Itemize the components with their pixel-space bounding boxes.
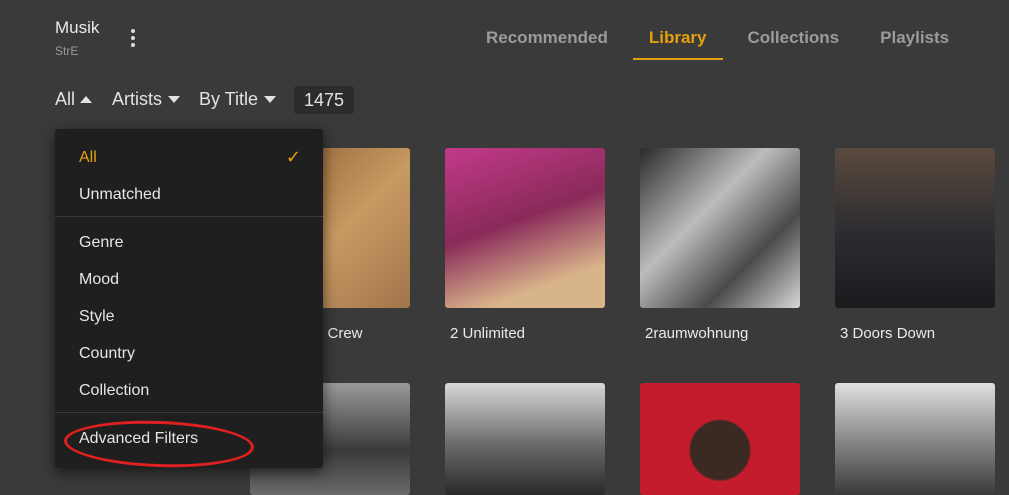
tab-library[interactable]: Library [632, 28, 723, 60]
caret-up-icon [80, 96, 93, 103]
more-options-icon[interactable] [125, 26, 141, 52]
artist-thumbnail[interactable] [640, 148, 800, 308]
artist-thumbnail[interactable] [835, 148, 995, 308]
artist-name[interactable]: 2 Unlimited [450, 325, 525, 342]
caret-down-icon [264, 96, 277, 103]
type-label: Artists [112, 89, 163, 109]
tab-recommended[interactable]: Recommended [470, 28, 624, 60]
filter-label: All [55, 89, 76, 109]
sort-label: By Title [199, 89, 259, 109]
menu-item-unmatched[interactable]: Unmatched [55, 176, 323, 213]
menu-item-genre[interactable]: Genre [55, 224, 323, 261]
filter-dropdown-button[interactable]: All [55, 89, 93, 110]
sort-dropdown-button[interactable]: By Title [199, 89, 277, 110]
artist-name[interactable]: 2raumwohnung [645, 325, 748, 342]
artist-thumbnail[interactable] [640, 383, 800, 495]
item-count-badge: 1475 [294, 86, 355, 114]
server-name: StrE [55, 44, 79, 58]
menu-divider [55, 412, 323, 413]
tab-playlists[interactable]: Playlists [864, 28, 965, 60]
library-title: Musik [55, 18, 100, 37]
tab-bar: Recommended Library Collections Playlist… [470, 28, 974, 60]
artist-thumbnail[interactable] [835, 383, 995, 495]
artist-name[interactable]: 3 Doors Down [840, 325, 935, 342]
checkmark-icon: ✓ [285, 147, 301, 167]
menu-divider [55, 216, 323, 217]
artist-thumbnail[interactable] [445, 148, 605, 308]
menu-item-style[interactable]: Style [55, 298, 323, 335]
menu-item-mood[interactable]: Mood [55, 261, 323, 298]
menu-item-country[interactable]: Country [55, 335, 323, 372]
menu-item-collection[interactable]: Collection [55, 372, 323, 409]
filter-dropdown-menu: All ✓ Unmatched Genre Mood Style Country… [55, 129, 323, 471]
caret-down-icon [168, 96, 181, 103]
menu-item-advanced-filters[interactable]: Advanced Filters [55, 420, 323, 457]
type-dropdown-button[interactable]: Artists [112, 89, 181, 110]
artist-thumbnail[interactable] [445, 383, 605, 495]
menu-item-label: All [79, 149, 97, 166]
tab-collections[interactable]: Collections [732, 28, 856, 60]
menu-item-all[interactable]: All ✓ [55, 139, 323, 176]
